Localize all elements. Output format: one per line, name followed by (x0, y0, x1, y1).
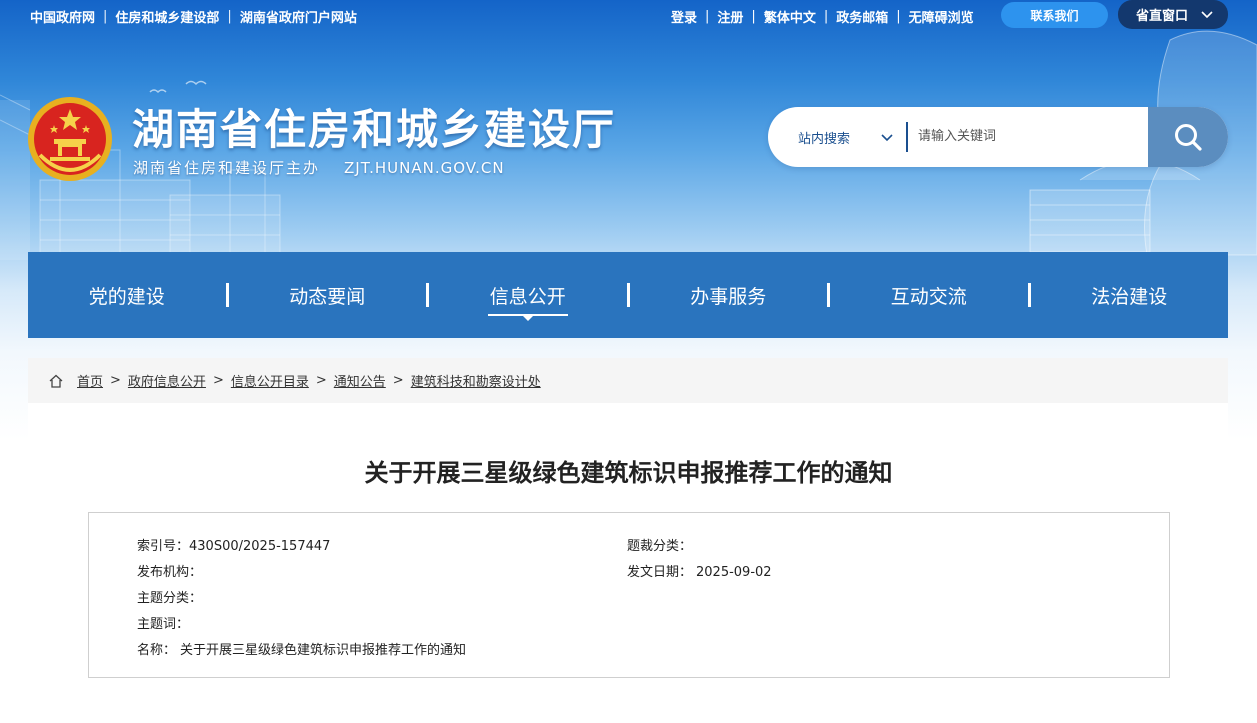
nav-item-interaction[interactable]: 互动交流 (830, 252, 1028, 338)
top-bar: 中国政府网 | 住房和城乡建设部 | 湖南省政府门户网站 登录 | 注册 | 繁… (0, 0, 1257, 32)
login-link[interactable]: 登录 (671, 7, 697, 26)
search-icon (1175, 124, 1202, 151)
search-scope-select[interactable]: 站内搜索 (798, 128, 850, 147)
gov-mail-link[interactable]: 政务邮箱 (836, 7, 888, 26)
traditional-chinese-link[interactable]: 繁体中文 (764, 7, 816, 26)
separator: | (896, 9, 901, 24)
register-link[interactable]: 注册 (717, 7, 743, 26)
nav-item-label: 法治建设 (1091, 285, 1168, 308)
nav-item-label: 动态要闻 (289, 285, 366, 308)
site-subtitle: 湖南省住房和建设厅主办 ZJT.HUNAN.GOV.CN (133, 157, 505, 178)
accessibility-link[interactable]: 无障碍浏览 (909, 7, 974, 26)
nav-item-label: 互动交流 (890, 285, 967, 308)
link-gov-cn[interactable]: 中国政府网 (30, 7, 95, 26)
breadcrumb-arrow: > (392, 373, 404, 388)
nav-item-label: 信息公开 (489, 285, 566, 308)
province-window-label: 省直窗口 (1136, 9, 1189, 24)
site-sponsor: 湖南省住房和建设厅主办 (133, 159, 321, 177)
separator: | (823, 9, 829, 24)
meta-publisher-label: 发布机构： (137, 565, 203, 580)
meta-keywords-label: 主题词： (137, 617, 190, 632)
meta-topic-label: 主题分类： (137, 591, 203, 606)
meta-index-value: 430S00/2025-157447 (189, 539, 331, 554)
breadcrumb-home[interactable]: 首页 (77, 371, 103, 390)
meta-topic: 主题分类： (137, 587, 202, 606)
breadcrumb-arrow: > (315, 373, 327, 388)
link-hunan-gov[interactable]: 湖南省政府门户网站 (240, 7, 357, 26)
meta-keywords: 主题词： (137, 613, 189, 632)
top-links-left: 中国政府网 | 住房和城乡建设部 | 湖南省政府门户网站 (30, 7, 357, 26)
nav-item-label: 党的建设 (88, 285, 165, 308)
breadcrumb-gov-info[interactable]: 政府信息公开 (128, 371, 206, 390)
main-nav: 党的建设 动态要闻 信息公开 办事服务 互动交流 法治建设 (28, 252, 1228, 338)
meta-genre: 题裁分类： (627, 535, 692, 554)
home-icon (49, 374, 63, 388)
nav-item-party-building[interactable]: 党的建设 (28, 252, 226, 338)
breadcrumb-notices[interactable]: 通知公告 (334, 371, 386, 390)
meta-publisher: 发布机构： (137, 561, 202, 580)
separator: | (227, 9, 232, 24)
meta-name-value: 关于开展三星级绿色建筑标识申报推荐工作的通知 (180, 643, 467, 658)
contact-us-button[interactable]: 联系我们 (1001, 2, 1108, 28)
nav-item-info-disclosure[interactable]: 信息公开 (429, 252, 627, 338)
separator: | (103, 9, 108, 24)
nav-item-services[interactable]: 办事服务 (630, 252, 828, 338)
breadcrumb-info-catalog[interactable]: 信息公开目录 (231, 371, 309, 390)
meta-name-label: 名称： (137, 643, 177, 658)
search-box: 站内搜索 (768, 107, 1228, 167)
meta-index-label: 索引号： (137, 539, 190, 554)
breadcrumb-department[interactable]: 建筑科技和勘察设计处 (411, 371, 541, 390)
province-window-dropdown[interactable]: 省直窗口 (1118, 0, 1228, 29)
article-meta-box: 索引号：430S00/2025-157447 题裁分类： 发布机构： 发文日期：… (88, 512, 1170, 678)
article-title: 关于开展三星级绿色建筑标识申报推荐工作的通知 (364, 459, 893, 487)
nav-item-news[interactable]: 动态要闻 (229, 252, 427, 338)
chevron-down-icon (1201, 11, 1213, 19)
meta-date-label: 发文日期： (627, 565, 693, 580)
separator: | (751, 9, 756, 24)
breadcrumb: 首页 > 政府信息公开 > 信息公开目录 > 通知公告 > 建筑科技和勘察设计处 (28, 358, 1228, 403)
meta-index: 索引号：430S00/2025-157447 (137, 535, 330, 554)
search-divider (906, 122, 908, 152)
meta-name: 名称： 关于开展三星级绿色建筑标识申报推荐工作的通知 (137, 639, 466, 658)
search-input[interactable] (918, 121, 1138, 151)
meta-date-value: 2025-09-02 (696, 565, 772, 580)
top-links-right: 登录 | 注册 | 繁体中文 | 政务邮箱 | 无障碍浏览 (671, 7, 974, 26)
nav-item-rule-of-law[interactable]: 法治建设 (1031, 252, 1229, 338)
breadcrumb-arrow: > (110, 373, 121, 388)
site-domain: ZJT.HUNAN.GOV.CN (344, 159, 505, 177)
active-indicator (522, 316, 533, 321)
emblem-icon (28, 97, 112, 181)
site-title: 湖南省住房和城乡建设厅 (132, 105, 617, 154)
breadcrumb-arrow: > (212, 373, 224, 388)
meta-genre-label: 题裁分类： (627, 539, 693, 554)
link-mohurd[interactable]: 住房和城乡建设部 (115, 7, 219, 26)
search-button[interactable] (1148, 107, 1228, 167)
nav-item-label: 办事服务 (690, 285, 767, 308)
separator: | (705, 9, 710, 24)
meta-date: 发文日期： 2025-09-02 (627, 561, 772, 580)
chevron-down-icon[interactable] (880, 130, 894, 144)
